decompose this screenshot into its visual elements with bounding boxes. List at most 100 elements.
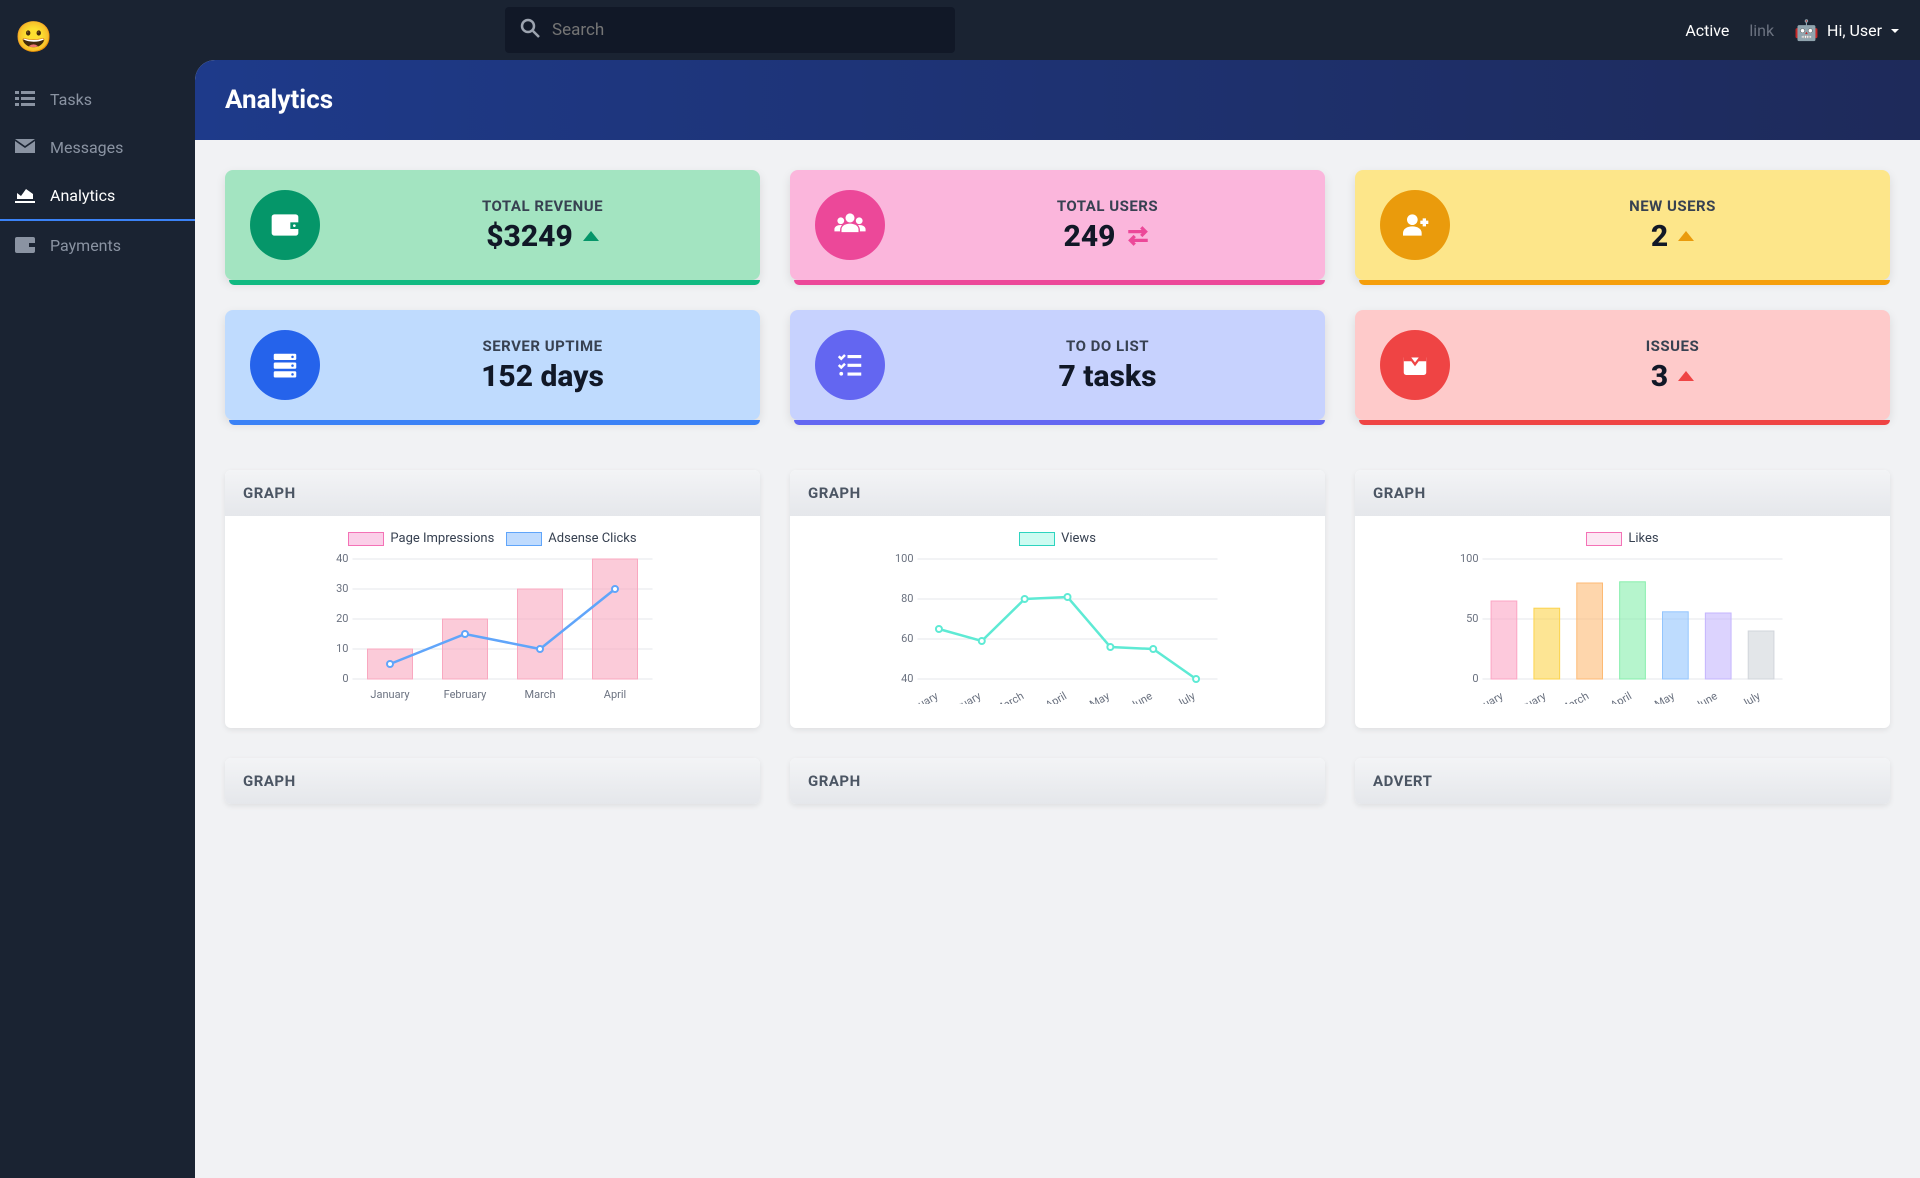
envelope-icon [15, 137, 35, 157]
stat-card-new-users[interactable]: NEW USERS 2 [1355, 170, 1890, 280]
stat-card-uptime[interactable]: SERVER UPTIME 152 days [225, 310, 760, 420]
stat-value: 7 tasks [1058, 359, 1156, 394]
wallet-icon [250, 190, 320, 260]
chart-legend: Views [810, 531, 1305, 546]
graph-card: GRAPH [225, 758, 760, 804]
sidebar-item-analytics[interactable]: Analytics [0, 171, 195, 221]
users-icon [815, 190, 885, 260]
svg-text:100: 100 [1460, 554, 1479, 565]
svg-text:January: January [900, 689, 941, 704]
svg-text:June: June [1692, 689, 1719, 704]
stat-label: NEW USERS [1480, 197, 1865, 215]
svg-text:February: February [1505, 689, 1549, 704]
chart-legend: Page Impressions Adsense Clicks [245, 531, 740, 546]
sidebar-item-label: Tasks [50, 90, 92, 109]
svg-text:June: June [1127, 689, 1154, 704]
graph-title: GRAPH [1355, 470, 1890, 516]
search-box[interactable] [505, 7, 955, 53]
stat-value: $3249 [486, 219, 573, 254]
nav-link[interactable]: link [1749, 21, 1774, 40]
svg-text:10: 10 [336, 642, 348, 655]
stat-label: TOTAL REVENUE [350, 197, 735, 215]
sidebar-item-messages[interactable]: Messages [0, 123, 195, 171]
stat-label: TO DO LIST [915, 337, 1300, 355]
svg-text:April: April [1043, 689, 1069, 704]
stat-label: SERVER UPTIME [350, 337, 735, 355]
svg-text:March: March [993, 689, 1026, 704]
caret-up-icon [1678, 371, 1694, 381]
stat-card-revenue[interactable]: TOTAL REVENUE $3249 [225, 170, 760, 280]
inbox-icon [1380, 330, 1450, 400]
svg-text:20: 20 [336, 612, 348, 625]
sidebar-item-payments[interactable]: Payments [0, 221, 195, 269]
chart-legend: Likes [1375, 531, 1870, 546]
stat-value: 152 days [481, 359, 604, 394]
svg-text:January: January [1465, 689, 1506, 704]
graph-title: GRAPH [225, 758, 760, 804]
svg-text:April: April [1608, 689, 1634, 704]
tasks-icon [15, 89, 35, 109]
avatar-icon: 🤖 [1794, 18, 1819, 42]
graph-card: GRAPH [790, 758, 1325, 804]
svg-text:100: 100 [895, 554, 914, 565]
svg-text:March: March [524, 688, 555, 701]
stat-value: 249 [1064, 219, 1116, 254]
chart-impressions: 010203040JanuaryFebruaryMarchApril [245, 554, 740, 704]
sidebar: 😀 Tasks Messages Analytics Payments [0, 0, 195, 1178]
chart-likes: 0 50 100 JanuaryFebruary March April May June Ju… [1375, 554, 1870, 704]
user-plus-icon [1380, 190, 1450, 260]
svg-text:50: 50 [1466, 612, 1478, 625]
graph-title: ADVERT [1355, 758, 1890, 804]
svg-text:80: 80 [901, 592, 913, 605]
graph-title: GRAPH [225, 470, 760, 516]
stat-card-todo[interactable]: TO DO LIST 7 tasks [790, 310, 1325, 420]
svg-text:April: April [604, 688, 626, 701]
advert-card: ADVERT [1355, 758, 1890, 804]
stat-label: ISSUES [1480, 337, 1865, 355]
sidebar-item-tasks[interactable]: Tasks [0, 75, 195, 123]
chart-area-icon [15, 185, 35, 205]
topbar: Active link 🤖 Hi, User [195, 0, 1920, 60]
graph-card: GRAPH Page Impressions Adsense Clicks 0 1… [225, 470, 760, 728]
svg-text:July: July [1174, 689, 1199, 704]
search-input[interactable] [552, 20, 940, 40]
exchange-icon [1125, 223, 1151, 249]
stat-label: TOTAL USERS [915, 197, 1300, 215]
svg-text:0: 0 [1472, 672, 1478, 685]
stat-card-total-users[interactable]: TOTAL USERS 249 [790, 170, 1325, 280]
svg-text:February: February [940, 689, 984, 704]
sidebar-item-label: Payments [50, 236, 121, 255]
search-icon [520, 18, 540, 42]
chart-views: 40 60 80 100 JanuaryFebruary March April May Jun… [810, 554, 1305, 704]
stat-card-issues[interactable]: ISSUES 3 [1355, 310, 1890, 420]
logo: 😀 [0, 10, 195, 75]
svg-text:30: 30 [336, 582, 348, 595]
graph-title: GRAPH [790, 758, 1325, 804]
svg-text:February: February [444, 688, 488, 701]
server-icon [250, 330, 320, 400]
page-title: Analytics [195, 60, 1920, 140]
user-menu[interactable]: 🤖 Hi, User [1794, 18, 1900, 42]
svg-text:40: 40 [901, 672, 913, 685]
nav-active[interactable]: Active [1685, 21, 1729, 40]
svg-text:March: March [1558, 689, 1591, 704]
sidebar-item-label: Analytics [50, 186, 115, 205]
svg-text:May: May [1652, 689, 1677, 704]
stat-value: 3 [1651, 359, 1668, 394]
graph-card: GRAPH Views 40 60 80 100 JanuaryFebruary Marc… [790, 470, 1325, 728]
svg-text:60: 60 [901, 632, 913, 645]
graph-card: GRAPH Likes 0 50 100 JanuaryFebruary March Ap… [1355, 470, 1890, 728]
stat-value: 2 [1651, 219, 1668, 254]
user-greeting: Hi, User [1827, 21, 1882, 40]
svg-text:January: January [370, 688, 410, 701]
svg-text:May: May [1087, 689, 1112, 704]
wallet-icon [15, 235, 35, 255]
sidebar-item-label: Messages [50, 138, 123, 157]
caret-up-icon [1678, 231, 1694, 241]
chevron-down-icon [1890, 21, 1900, 40]
graph-title: GRAPH [790, 470, 1325, 516]
list-check-icon [815, 330, 885, 400]
svg-text:July: July [1739, 689, 1764, 704]
caret-up-icon [583, 231, 599, 241]
svg-text:0: 0 [342, 672, 348, 685]
